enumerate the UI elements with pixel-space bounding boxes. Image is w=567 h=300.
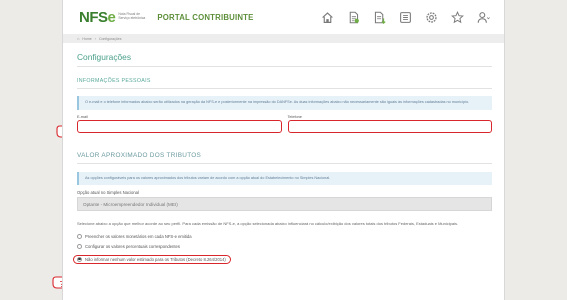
- gear-icon[interactable]: [418, 9, 444, 25]
- breadcrumb-current: Configurações: [98, 36, 122, 41]
- divider: [77, 66, 492, 67]
- phone-field[interactable]: [287, 119, 492, 133]
- logo-subtitle: Nota Fiscal de Serviço eletrônica: [118, 12, 146, 20]
- personal-info-notice: O e-mail e o telefone informados abaixo …: [77, 96, 492, 110]
- document-download-icon[interactable]: [366, 9, 392, 25]
- top-header: NFSe Nota Fiscal de Serviço eletrônica P…: [63, 0, 504, 34]
- email-field[interactable]: [77, 119, 282, 133]
- radio-label: Preencher os valores monetários em cada …: [85, 234, 192, 240]
- email-group: E-mail: [77, 115, 282, 133]
- tributos-title: VALOR APROXIMADO DOS TRIBUTOS: [77, 151, 202, 159]
- portal-title: PORTAL CONTRIBUINTE: [157, 12, 254, 22]
- app-window: NFSe Nota Fiscal de Serviço eletrônica P…: [62, 0, 505, 300]
- radio-button[interactable]: [77, 244, 82, 250]
- nfse-logo[interactable]: NFSe Nota Fiscal de Serviço eletrônica: [79, 10, 146, 25]
- phone-label: Telefone: [287, 114, 302, 119]
- phone-group: Telefone: [287, 114, 492, 133]
- tributos-notice: As opções configuráveis para os valores …: [77, 171, 492, 186]
- tributos-description: Selecione abaixo a opção que melhor acor…: [77, 221, 459, 227]
- radio-option-monetary[interactable]: Preencher os valores monetários em cada …: [77, 232, 492, 241]
- logo-text: NFSe: [79, 8, 116, 26]
- page-title: Configurações: [77, 52, 132, 62]
- radio-option-percentual[interactable]: Configurar os valores percentuais corres…: [77, 242, 492, 251]
- document-icon[interactable]: [340, 9, 366, 25]
- list-icon[interactable]: [392, 9, 418, 25]
- main-content: Configurações INFORMAÇÕES PESSOAIS O e-m…: [63, 52, 504, 265]
- simples-nacional-select[interactable]: Optante - Microempreendedor Individual (…: [77, 197, 492, 212]
- simples-nacional-label: Opção atual no Simples Nacional: [77, 190, 139, 196]
- star-icon[interactable]: [444, 9, 470, 25]
- radio-label: Não informar nenhum valor estimado para …: [85, 256, 226, 262]
- breadcrumb-separator: ›: [94, 36, 96, 41]
- personal-info-title: INFORMAÇÕES PESSOAIS: [77, 78, 151, 84]
- radio-button[interactable]: [77, 234, 82, 240]
- divider: [77, 88, 492, 89]
- contact-fields: E-mail Telefone: [77, 115, 492, 133]
- breadcrumb-home[interactable]: Home: [82, 37, 91, 41]
- email-label: E-mail: [77, 114, 88, 119]
- header-nav: [314, 9, 496, 25]
- user-icon[interactable]: [470, 9, 496, 25]
- home-icon[interactable]: ⌂: [77, 36, 79, 41]
- divider: [77, 162, 492, 164]
- radio-option-none[interactable]: Não informar nenhum valor estimado para …: [73, 253, 492, 265]
- radio-button-selected[interactable]: [77, 256, 82, 262]
- selected-option-highlight[interactable]: Não informar nenhum valor estimado para …: [73, 254, 231, 264]
- radio-label: Configurar os valores percentuais corres…: [85, 244, 180, 250]
- home-icon[interactable]: [314, 9, 340, 25]
- breadcrumb: ⌂ Home › Configurações: [63, 34, 504, 43]
